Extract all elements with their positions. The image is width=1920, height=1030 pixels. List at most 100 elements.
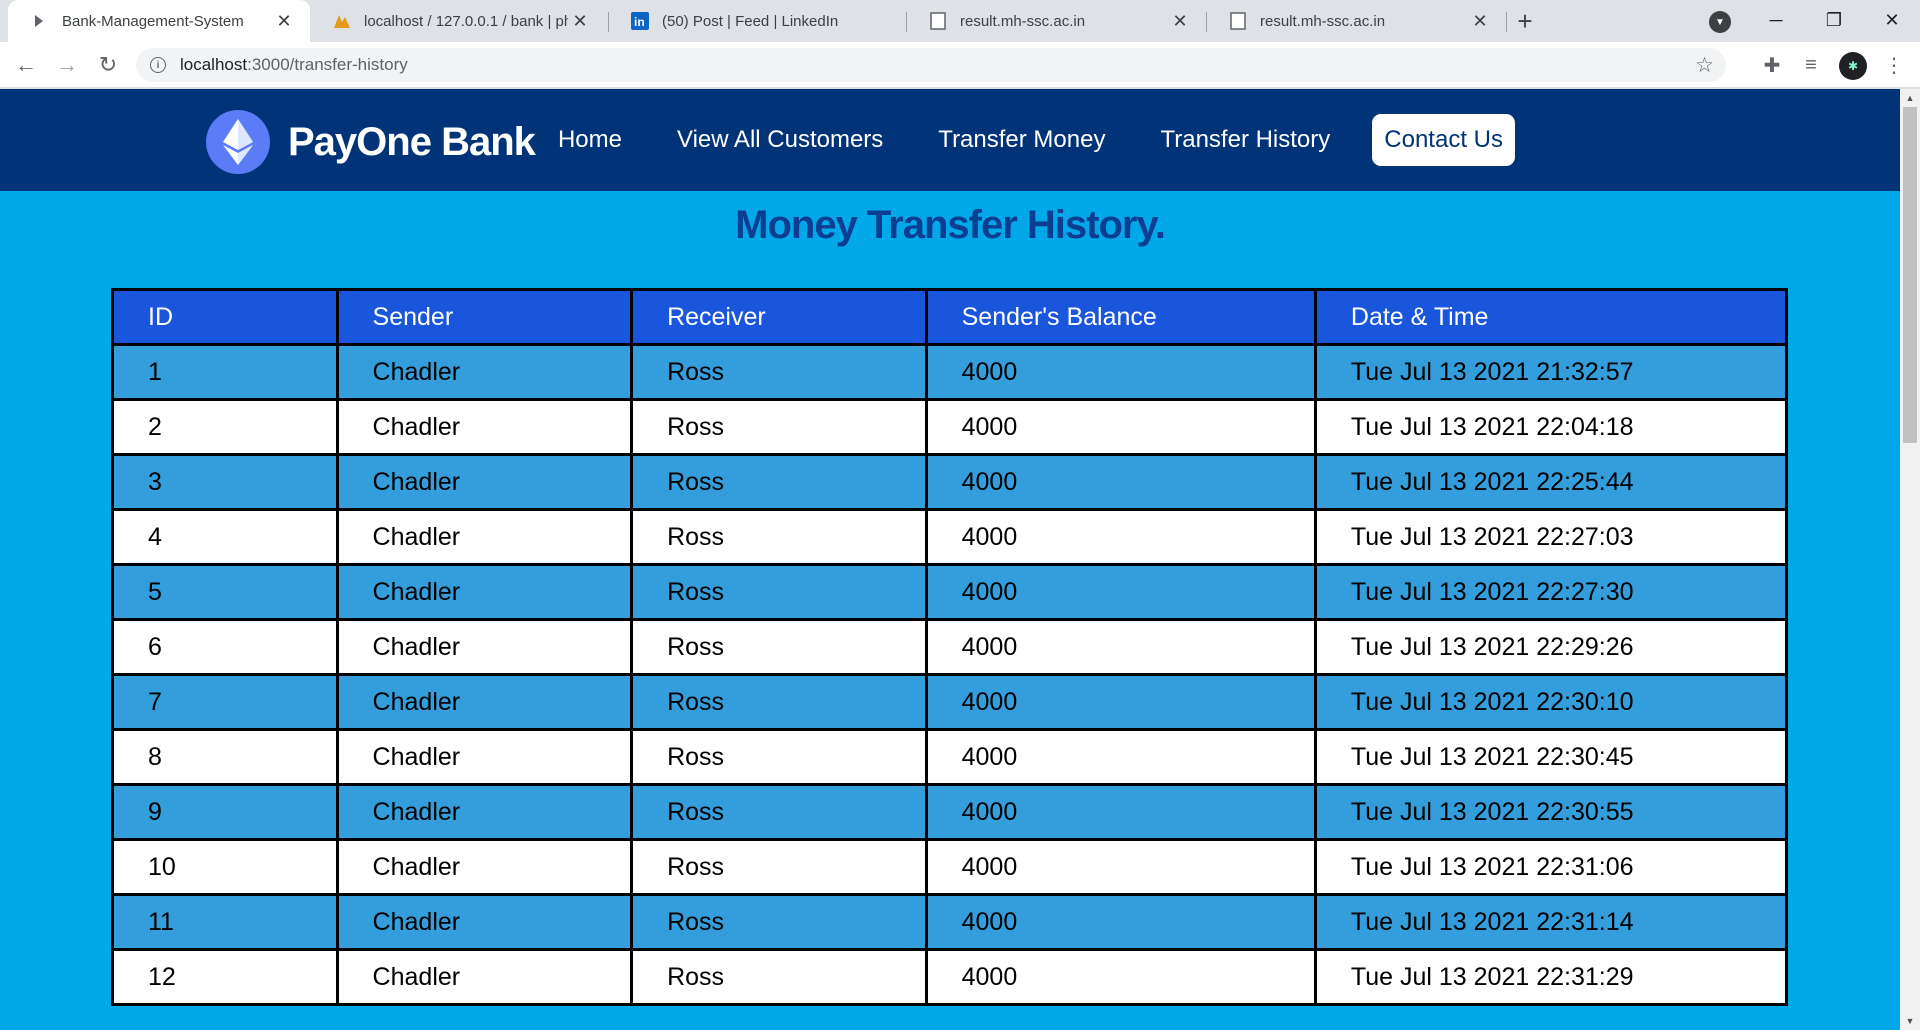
tab-result-1[interactable]: result.mh-ssc.ac.in ✕ — [906, 0, 1206, 42]
cell-receiver: Ross — [630, 618, 928, 676]
cell-balance: 4000 — [924, 398, 1317, 456]
nav-history-link[interactable]: Transfer History — [1160, 126, 1330, 154]
tab-title: localhost / 127.0.0.1 / bank | phpMyAdmi… — [364, 12, 568, 30]
close-icon[interactable] — [870, 9, 894, 33]
cell-balance: 4000 — [924, 618, 1317, 676]
minimize-icon[interactable]: ─ — [1748, 0, 1804, 40]
cell-id: 4 — [111, 508, 339, 566]
cell-sender: Chadler — [335, 948, 634, 1006]
window-close-icon[interactable]: ✕ — [1864, 0, 1920, 40]
header-receiver: Receiver — [630, 288, 928, 346]
new-tab-button[interactable]: + — [1510, 6, 1540, 36]
cell-balance: 4000 — [924, 783, 1317, 841]
cell-id: 9 — [111, 783, 339, 841]
cell-datetime: Tue Jul 13 2021 22:04:18 — [1313, 398, 1789, 456]
media-control-icon[interactable]: ≡ — [1797, 51, 1825, 79]
vertical-scrollbar[interactable]: ▲ ▼ — [1900, 89, 1920, 1030]
tab-bank-management[interactable]: Bank-Management-System ✕ — [8, 0, 310, 42]
header-datetime: Date & Time — [1313, 288, 1789, 346]
profile-avatar[interactable]: ✱ — [1839, 52, 1867, 80]
extensions-icon[interactable]: ✚ — [1758, 51, 1786, 79]
cell-balance: 4000 — [924, 728, 1317, 786]
cell-sender: Chadler — [335, 563, 634, 621]
linkedin-icon: in — [630, 11, 650, 31]
scroll-up-arrow-icon[interactable]: ▲ — [1900, 89, 1920, 107]
nav-home-link[interactable]: Home — [558, 126, 622, 154]
table-row: 9 Chadler Ross 4000 Tue Jul 13 2021 22:30:55 — [111, 783, 1789, 841]
cell-id: 7 — [111, 673, 339, 731]
cell-receiver: Ross — [630, 673, 928, 731]
scroll-thumb[interactable] — [1903, 107, 1917, 443]
forward-icon[interactable]: → — [51, 49, 83, 81]
cell-datetime: Tue Jul 13 2021 22:30:45 — [1313, 728, 1789, 786]
close-icon[interactable]: ✕ — [568, 9, 592, 33]
cell-balance: 4000 — [924, 948, 1317, 1006]
nav-customers-link[interactable]: View All Customers — [677, 126, 883, 154]
cell-datetime: Tue Jul 13 2021 22:31:14 — [1313, 893, 1789, 951]
cell-sender: Chadler — [335, 838, 634, 896]
cell-receiver: Ross — [630, 728, 928, 786]
close-icon[interactable]: ✕ — [1468, 9, 1492, 33]
table-row: 12 Chadler Ross 4000 Tue Jul 13 2021 22:31:2… — [111, 948, 1789, 1006]
restore-icon[interactable]: ❐ — [1806, 0, 1862, 40]
contact-button[interactable]: Contact Us — [1372, 114, 1515, 166]
page-icon — [928, 11, 948, 31]
cell-datetime: Tue Jul 13 2021 22:31:06 — [1313, 838, 1789, 896]
transfer-history-table: ID Sender Receiver Sender's Balance Date… — [111, 288, 1789, 1006]
back-icon[interactable]: ← — [10, 49, 42, 81]
cell-id: 10 — [111, 838, 339, 896]
cell-id: 6 — [111, 618, 339, 676]
tab-result-2[interactable]: result.mh-ssc.ac.in ✕ — [1206, 0, 1506, 42]
menu-kebab-icon[interactable]: ⋮ — [1880, 51, 1908, 79]
cell-id: 1 — [111, 343, 339, 401]
close-icon[interactable]: ✕ — [272, 9, 296, 33]
cell-datetime: Tue Jul 13 2021 22:25:44 — [1313, 453, 1789, 511]
tab-phpmyadmin[interactable]: localhost / 127.0.0.1 / bank | phpMyAdmi… — [310, 0, 606, 42]
cell-sender: Chadler — [335, 398, 634, 456]
cell-id: 3 — [111, 453, 339, 511]
cell-sender: Chadler — [335, 783, 634, 841]
table-row: 11 Chadler Ross 4000 Tue Jul 13 2021 22:31:1… — [111, 893, 1789, 951]
table-row: 6 Chadler Ross 4000 Tue Jul 13 2021 22:29:26 — [111, 618, 1789, 676]
bookmark-star-icon[interactable]: ☆ — [1695, 53, 1714, 78]
info-icon[interactable]: i — [150, 57, 166, 73]
cell-sender: Chadler — [335, 728, 634, 786]
url-text: localhost:3000/transfer-history — [180, 55, 408, 74]
brand[interactable]: PayOne Bank — [206, 110, 536, 174]
main-menu: Home View All Customers Transfer Money T… — [503, 114, 1515, 166]
table-header-row: ID Sender Receiver Sender's Balance Date… — [111, 288, 1789, 346]
page-icon — [1228, 11, 1248, 31]
scroll-down-arrow-icon[interactable]: ▼ — [1900, 1012, 1920, 1030]
cell-datetime: Tue Jul 13 2021 21:32:57 — [1313, 343, 1789, 401]
nav-transfer-link[interactable]: Transfer Money — [938, 126, 1105, 154]
page-viewport: PayOne Bank Home View All Customers Tran… — [0, 89, 1900, 1030]
table-row: 10 Chadler Ross 4000 Tue Jul 13 2021 22:31:0… — [111, 838, 1789, 896]
address-bar[interactable]: i localhost:3000/transfer-history ☆ — [136, 48, 1726, 82]
tab-search-icon[interactable]: ▼ — [1709, 11, 1731, 33]
browser-tab-strip: Bank-Management-System ✕ localhost / 127… — [0, 0, 1920, 42]
close-icon[interactable]: ✕ — [1168, 9, 1192, 33]
cell-datetime: Tue Jul 13 2021 22:27:03 — [1313, 508, 1789, 566]
brand-name: PayOne Bank — [288, 119, 536, 164]
cell-id: 12 — [111, 948, 339, 1006]
browser-toolbar: ← → ↻ i localhost:3000/transfer-history … — [0, 42, 1920, 88]
table-row: 4 Chadler Ross 4000 Tue Jul 13 2021 22:27:03 — [111, 508, 1789, 566]
tab-title: Bank-Management-System — [62, 12, 244, 30]
cell-receiver: Ross — [630, 453, 928, 511]
cell-id: 2 — [111, 398, 339, 456]
site-navbar: PayOne Bank Home View All Customers Tran… — [0, 89, 1900, 191]
table-row: 8 Chadler Ross 4000 Tue Jul 13 2021 22:30:45 — [111, 728, 1789, 786]
cell-sender: Chadler — [335, 343, 634, 401]
table-row: 1 Chadler Ross 4000 Tue Jul 13 2021 21:32:57 — [111, 343, 1789, 401]
cell-receiver: Ross — [630, 508, 928, 566]
tab-linkedin[interactable]: in (50) Post | Feed | LinkedIn — [608, 0, 908, 42]
phpmyadmin-icon — [332, 11, 352, 31]
cell-datetime: Tue Jul 13 2021 22:31:29 — [1313, 948, 1789, 1006]
cell-balance: 4000 — [924, 453, 1317, 511]
reload-icon[interactable]: ↻ — [92, 49, 124, 81]
cell-sender: Chadler — [335, 453, 634, 511]
cell-sender: Chadler — [335, 673, 634, 731]
table-row: 3 Chadler Ross 4000 Tue Jul 13 2021 22:25:44 — [111, 453, 1789, 511]
header-id: ID — [111, 288, 339, 346]
cell-balance: 4000 — [924, 838, 1317, 896]
